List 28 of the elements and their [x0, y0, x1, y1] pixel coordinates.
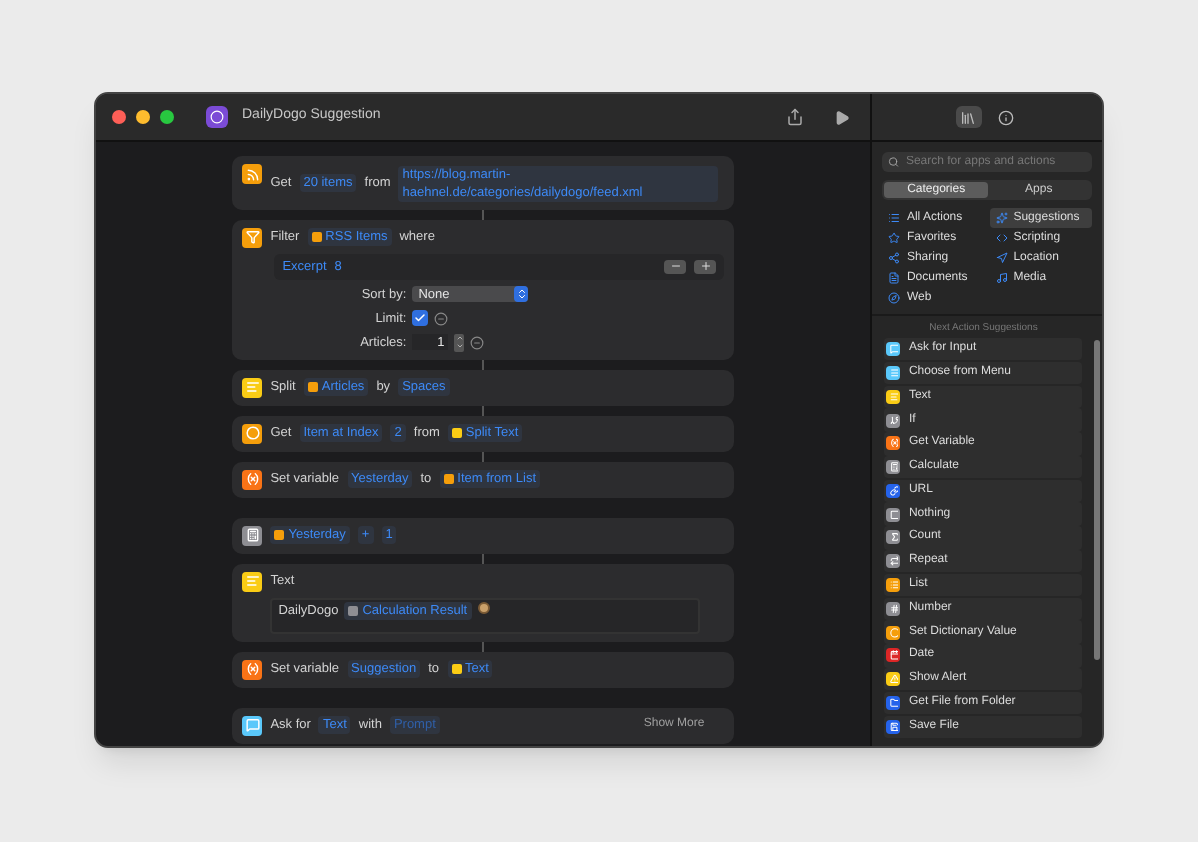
music-note-icon [995, 272, 1008, 284]
share-icon [888, 252, 901, 264]
minimize-button[interactable] [136, 110, 150, 124]
limit-checkbox[interactable] [412, 310, 429, 326]
library-icon[interactable] [955, 106, 982, 128]
updown-caret-icon [514, 286, 529, 302]
add-rule-button[interactable] [694, 259, 717, 273]
scrollbar[interactable] [1094, 340, 1100, 660]
code-icon [995, 232, 1008, 244]
stepper[interactable] [454, 333, 465, 351]
list-icon [888, 212, 901, 224]
shortcut-app-icon [206, 106, 228, 128]
remove-circle-icon[interactable] [434, 311, 449, 325]
document-icon [888, 272, 901, 284]
compass-icon [888, 292, 901, 304]
minus-icon [669, 260, 682, 272]
dog-emoji-icon [477, 601, 490, 613]
close-button[interactable] [112, 110, 126, 124]
search-icon [888, 156, 900, 168]
play-icon[interactable] [834, 109, 851, 125]
zoom-button[interactable] [160, 110, 174, 124]
remove-rule-button[interactable] [664, 259, 687, 273]
remove-circle-icon[interactable] [470, 335, 485, 349]
plus-icon [699, 260, 712, 272]
star-icon [888, 232, 901, 244]
sparkles-icon [995, 212, 1008, 224]
share-icon[interactable] [786, 108, 805, 126]
location-arrow-icon [995, 252, 1008, 264]
